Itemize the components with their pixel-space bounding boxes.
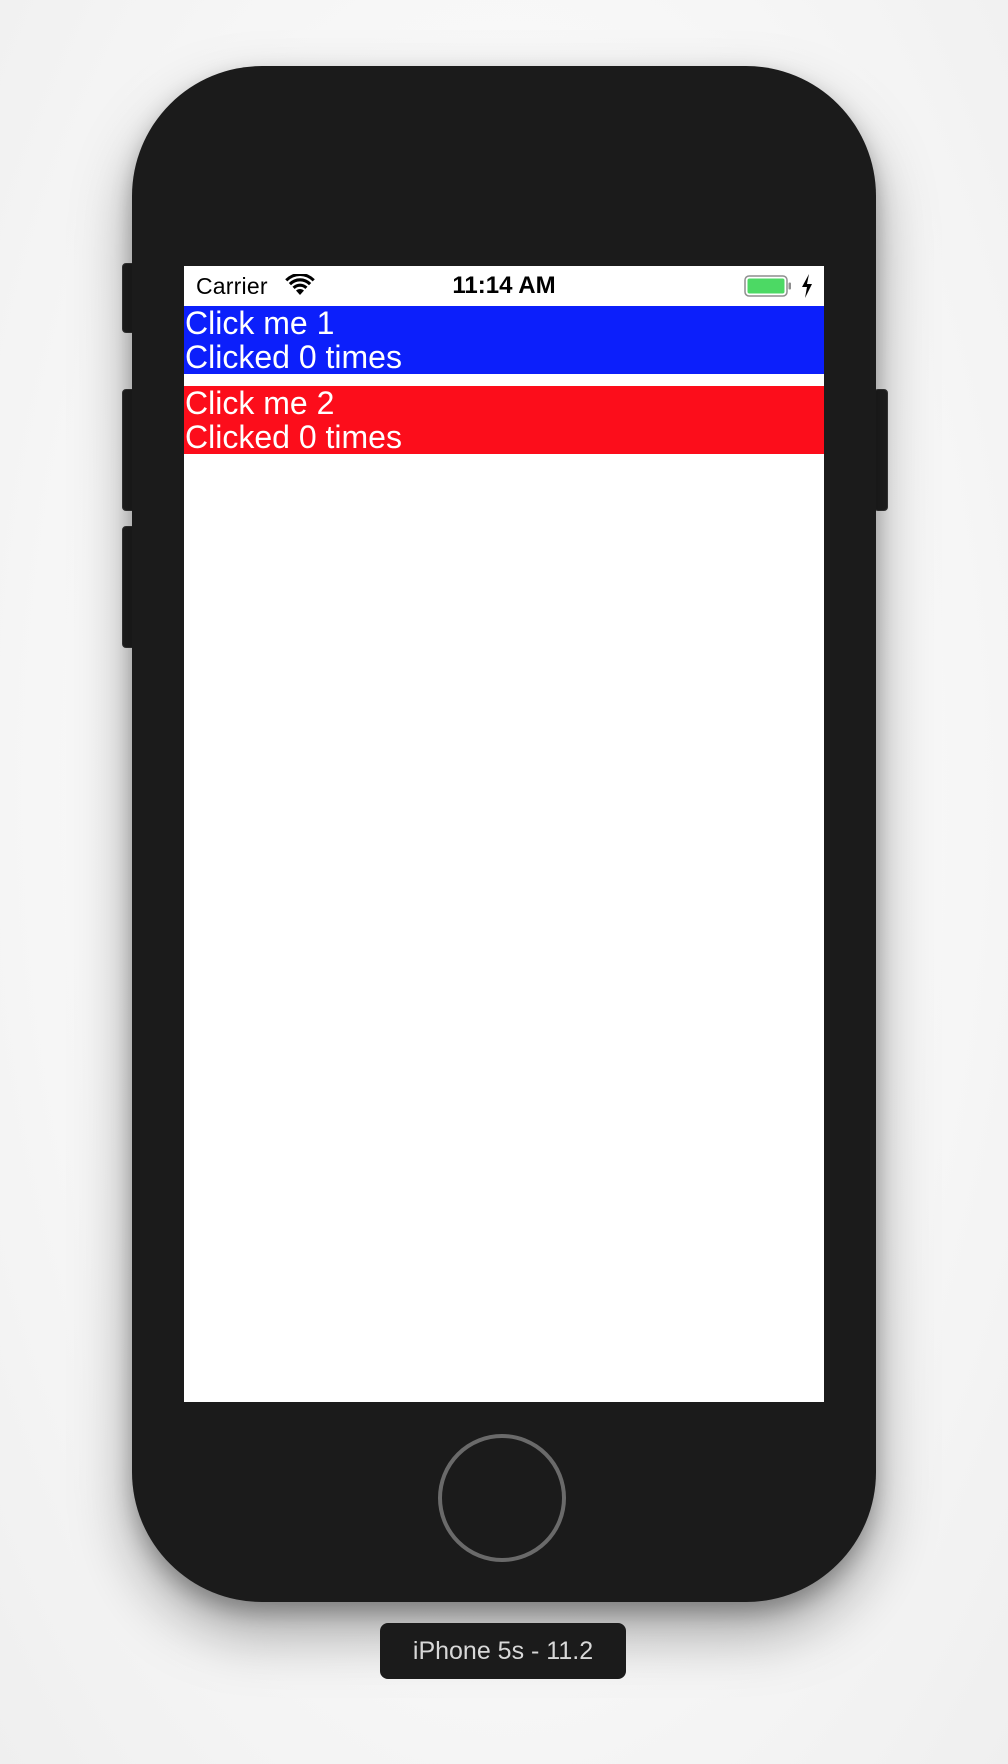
status-time: 11:14 AM (452, 272, 556, 299)
home-button[interactable] (438, 1434, 566, 1562)
battery-icon (744, 275, 791, 297)
click-count-label: Clicked 0 times (185, 419, 402, 455)
click-me-1-button[interactable]: Click me 1 Clicked 0 times (184, 306, 824, 374)
button-title: Click me 2 (185, 385, 335, 421)
click-count-label: Clicked 0 times (185, 339, 402, 375)
device-name-label: iPhone 5s - 11.2 (380, 1623, 626, 1679)
power-button (874, 389, 888, 511)
device-screen: Carrier 11:14 AM Click me 1 Clicked 0 ti… (184, 266, 824, 1402)
simulator-window: Carrier 11:14 AM Click me 1 Clicked 0 ti… (0, 0, 1008, 1764)
click-me-2-button[interactable]: Click me 2 Clicked 0 times (184, 386, 824, 454)
charging-bolt-icon (802, 274, 812, 298)
status-bar: Carrier 11:14 AM (184, 266, 824, 306)
button-title: Click me 1 (185, 305, 335, 341)
